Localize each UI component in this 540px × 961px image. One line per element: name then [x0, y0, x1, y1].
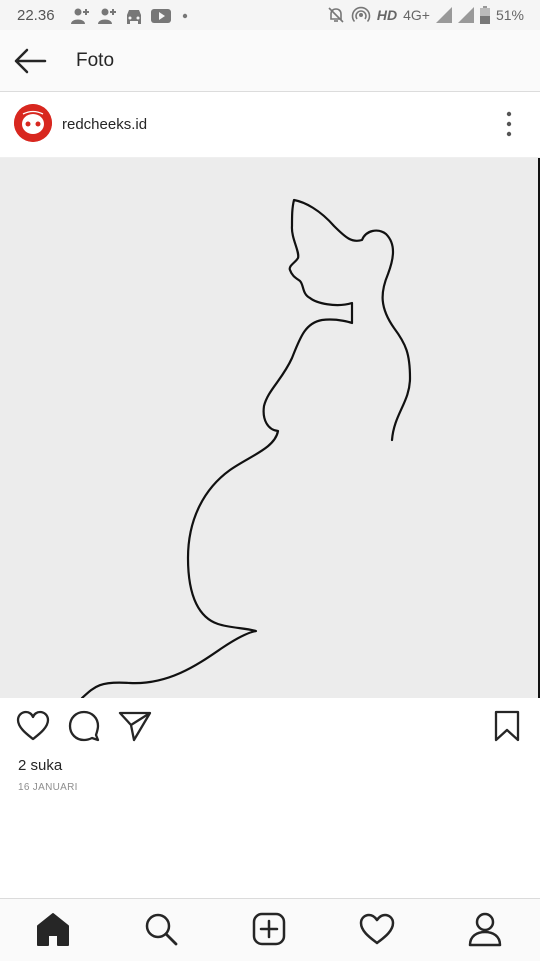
- app-bar: Foto: [0, 30, 540, 92]
- nav-add-post[interactable]: [250, 911, 290, 949]
- bottom-nav: [0, 898, 540, 961]
- avatar-logo-icon: [14, 104, 52, 142]
- avatar[interactable]: [14, 104, 52, 142]
- more-vertical-icon: [506, 111, 512, 137]
- signal-icon: [435, 7, 452, 23]
- system-icons: HD 4G+ 51%: [327, 5, 524, 25]
- like-button[interactable]: [16, 710, 50, 747]
- post-date: 16 JANUARI: [18, 782, 78, 793]
- dot-icon: [182, 13, 188, 19]
- post-actions: [0, 698, 540, 758]
- comment-icon: [68, 710, 100, 742]
- network-type: 4G+: [403, 7, 430, 23]
- battery-icon: [479, 6, 490, 24]
- arrow-left-icon: [14, 48, 47, 74]
- share-button[interactable]: [118, 710, 152, 747]
- youtube-icon: [151, 9, 171, 23]
- notification-icons: [70, 6, 192, 26]
- search-icon: [145, 913, 178, 946]
- nav-search[interactable]: [142, 911, 182, 949]
- status-time: 22.36: [17, 7, 55, 24]
- likes-count[interactable]: 2 suka: [18, 757, 62, 774]
- line-art-image: [80, 198, 412, 700]
- battery-level: 51%: [495, 7, 524, 23]
- add-post-icon: [252, 912, 286, 946]
- nav-activity[interactable]: [358, 911, 398, 949]
- nav-profile[interactable]: [466, 911, 506, 949]
- home-icon: [37, 913, 69, 946]
- share-icon: [118, 711, 152, 742]
- comment-button[interactable]: [68, 710, 100, 747]
- post-photo[interactable]: [0, 158, 540, 700]
- add-person-icon: [71, 8, 89, 24]
- page-title: Foto: [76, 50, 115, 71]
- profile-icon: [468, 912, 502, 947]
- network-hd: HD: [376, 7, 398, 23]
- add-person-icon: [98, 8, 116, 24]
- activity-heart-icon: [359, 913, 395, 945]
- bookmark-icon: [494, 710, 520, 742]
- more-options-button[interactable]: [498, 110, 520, 138]
- car-icon: [127, 10, 141, 24]
- username[interactable]: redcheeks.id: [62, 116, 147, 133]
- nav-home[interactable]: [34, 911, 74, 949]
- signal-icon: [457, 7, 474, 23]
- status-bar: 22.36 HD 4G+ 51%: [0, 0, 540, 30]
- back-button[interactable]: [12, 45, 48, 77]
- hotspot-icon: [351, 6, 371, 23]
- heart-icon: [16, 710, 50, 741]
- post-header: redcheeks.id: [0, 92, 540, 158]
- muted-bell-icon: [328, 7, 344, 23]
- save-button[interactable]: [494, 710, 520, 747]
